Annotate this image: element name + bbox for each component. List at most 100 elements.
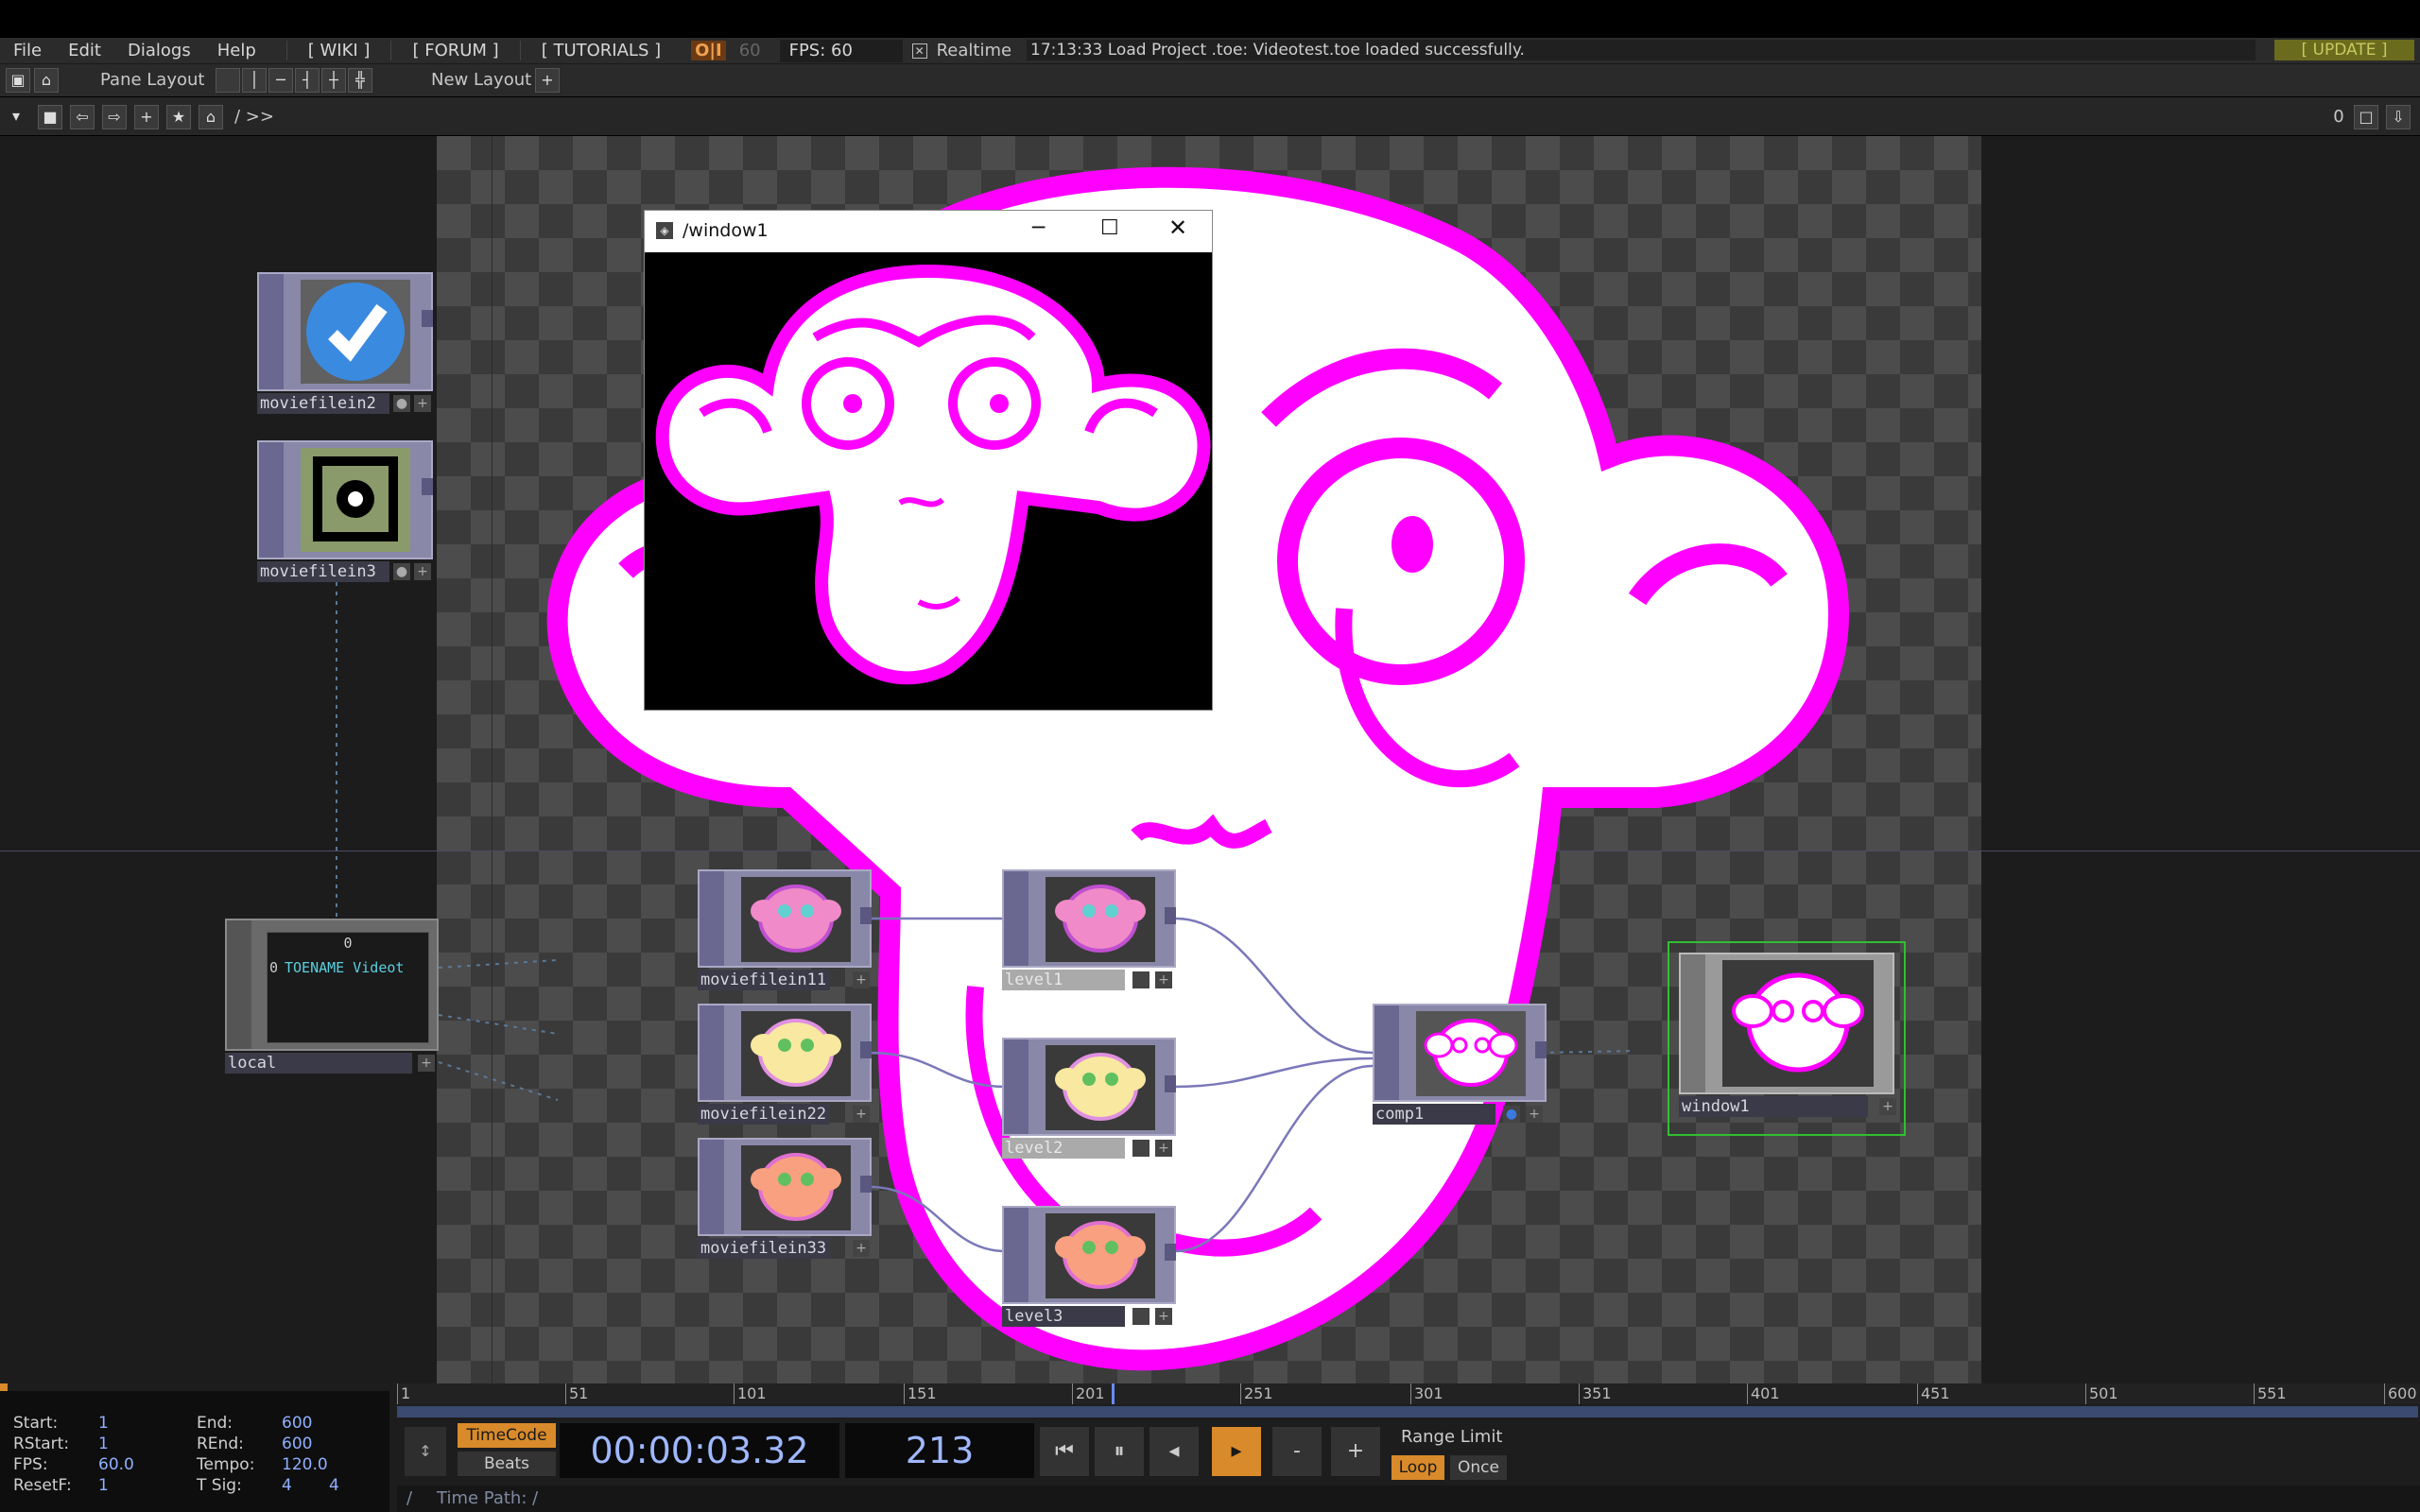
menu-help[interactable]: Help [204, 41, 269, 60]
node-moviefilein2[interactable]: moviefilein2 ● + [257, 272, 435, 414]
timecode-display[interactable]: 00:00:03.32 [560, 1423, 839, 1478]
node-viewer-button[interactable] [1132, 1308, 1150, 1325]
node-add-button[interactable]: + [1155, 971, 1172, 988]
node-viewer-button[interactable] [1132, 971, 1150, 988]
node-viewer-button[interactable] [1132, 1140, 1150, 1157]
node-add-button[interactable]: + [414, 395, 431, 412]
tsig-value-b[interactable]: 4 [329, 1476, 339, 1495]
output-connector[interactable] [860, 1176, 872, 1193]
layout-four-button[interactable]: ╬ [348, 68, 372, 93]
end-value[interactable]: 600 [282, 1414, 312, 1433]
layout-quad-button[interactable]: ┼ [321, 68, 346, 93]
node-add-button[interactable]: + [1879, 1098, 1896, 1115]
node-add-button[interactable]: + [418, 1055, 435, 1072]
layout-split-horizontal-button[interactable]: ─ [268, 68, 293, 93]
close-icon[interactable]: ✕ [1168, 215, 1187, 241]
node-window1[interactable]: window1 + [1668, 941, 1906, 1136]
maximize-pane-icon[interactable]: □ [2354, 105, 2378, 129]
wiki-link[interactable]: [ WIKI ] [285, 41, 391, 60]
tutorials-link[interactable]: [ TUTORIALS ] [519, 41, 682, 60]
node-moviefilein3[interactable]: moviefilein3 ● + [257, 440, 435, 582]
loop-button[interactable]: Loop [1392, 1455, 1444, 1480]
back-icon[interactable]: ⇦ [70, 105, 95, 129]
menu-dialogs[interactable]: Dialogs [114, 41, 204, 60]
realtime-checkbox[interactable]: ✕ [911, 43, 927, 59]
star-icon[interactable]: ★ [166, 105, 191, 129]
minimize-icon[interactable]: ─ [1032, 216, 1045, 240]
faster-icon[interactable]: + [1331, 1427, 1380, 1476]
update-button[interactable]: [ UPDATE ] [2274, 40, 2414, 60]
output-connector[interactable] [422, 310, 433, 327]
layout-split-vertical-button[interactable]: │ [242, 68, 267, 93]
node-level3[interactable]: level3 + [1002, 1206, 1178, 1327]
beats-mode-button[interactable]: Beats [458, 1452, 556, 1476]
tempo-value[interactable]: 120.0 [282, 1455, 328, 1474]
oi-toggle[interactable]: O|I [691, 41, 726, 60]
node-label[interactable]: moviefilein11 [698, 970, 830, 990]
output-connector[interactable] [860, 907, 872, 924]
output-connector[interactable] [860, 1041, 872, 1058]
node-level2[interactable]: level2 + [1002, 1038, 1178, 1159]
layout-single-button[interactable] [216, 68, 240, 93]
pause-icon[interactable]: ⏸ [1095, 1427, 1144, 1476]
node-label[interactable]: moviefilein33 [698, 1238, 830, 1259]
node-add-button[interactable]: + [414, 563, 431, 580]
node-viewer-button[interactable]: ● [1503, 1106, 1520, 1123]
node-moviefilein11[interactable]: moviefilein11 + [698, 869, 873, 990]
download-icon[interactable]: ⇩ [2386, 105, 2411, 129]
forum-link[interactable]: [ FORUM ] [390, 41, 519, 60]
timeline-ruler[interactable]: 1 51 101 151 201 251 301 351 401 451 501… [397, 1383, 2420, 1404]
resetf-value[interactable]: 1 [98, 1476, 109, 1495]
node-add-button[interactable]: + [1155, 1308, 1172, 1325]
home-icon[interactable]: ⌂ [199, 105, 223, 129]
node-label[interactable]: local [225, 1053, 412, 1074]
node-level1[interactable]: level1 + [1002, 869, 1178, 990]
chevron-down-icon[interactable]: ▾ [4, 105, 28, 129]
node-moviefilein22[interactable]: moviefilein22 + [698, 1004, 873, 1125]
layout-three-button[interactable]: ┤ [295, 68, 320, 93]
menu-file[interactable]: File [0, 41, 55, 60]
node-label[interactable]: level2 [1002, 1138, 1125, 1159]
output-connector[interactable] [422, 478, 433, 495]
step-back-icon[interactable]: ◂ [1150, 1427, 1199, 1476]
start-value[interactable]: 1 [98, 1414, 109, 1433]
add-layout-button[interactable]: + [535, 68, 560, 93]
node-moviefilein33[interactable]: moviefilein33 + [698, 1138, 873, 1259]
node-label[interactable]: level1 [1002, 970, 1125, 990]
node-viewer-button[interactable]: ● [393, 395, 410, 412]
node-label[interactable]: comp1 [1373, 1104, 1495, 1125]
menu-edit[interactable]: Edit [55, 41, 114, 60]
tsig-value-a[interactable]: 4 [282, 1476, 292, 1495]
timeline-range-bar[interactable] [397, 1406, 2418, 1418]
node-add-button[interactable]: + [1526, 1106, 1543, 1123]
node-label[interactable]: moviefilein2 [257, 393, 389, 414]
time-path-root[interactable]: / [406, 1486, 412, 1512]
play-icon[interactable]: ▸ [1212, 1427, 1261, 1476]
window-titlebar[interactable]: ◈ /window1 ─ ☐ ✕ [645, 211, 1212, 252]
slower-icon[interactable]: - [1272, 1427, 1322, 1476]
frame-display[interactable]: 213 [845, 1423, 1034, 1478]
node-add-button[interactable]: + [853, 971, 870, 988]
preview-window[interactable]: ◈ /window1 ─ ☐ ✕ [644, 210, 1213, 711]
stop-icon[interactable]: ■ [38, 105, 62, 129]
timeline-expand-handle[interactable]: ↕ [405, 1427, 446, 1476]
network-path[interactable]: / >> [234, 107, 274, 127]
node-label[interactable]: moviefilein3 [257, 561, 389, 582]
output-connector[interactable] [1165, 1244, 1176, 1261]
timecode-mode-button[interactable]: TimeCode [458, 1423, 556, 1448]
output-connector[interactable] [1535, 1041, 1547, 1058]
node-add-button[interactable]: + [853, 1240, 870, 1257]
rstart-value[interactable]: 1 [98, 1435, 109, 1453]
node-label[interactable]: window1 [1679, 1096, 1868, 1117]
node-add-button[interactable]: + [853, 1106, 870, 1123]
network-icon[interactable]: ⌂ [34, 68, 59, 93]
node-comp1[interactable]: comp1 ● + [1373, 1004, 1548, 1125]
image-icon[interactable]: ▣ [6, 68, 30, 93]
rend-value[interactable]: 600 [282, 1435, 312, 1453]
rewind-icon[interactable]: ⏮ [1040, 1427, 1089, 1476]
node-label[interactable]: moviefilein22 [698, 1104, 830, 1125]
add-icon[interactable]: + [134, 105, 159, 129]
output-connector[interactable] [1165, 1075, 1176, 1092]
output-connector[interactable] [1165, 907, 1176, 924]
forward-icon[interactable]: ⇨ [102, 105, 127, 129]
